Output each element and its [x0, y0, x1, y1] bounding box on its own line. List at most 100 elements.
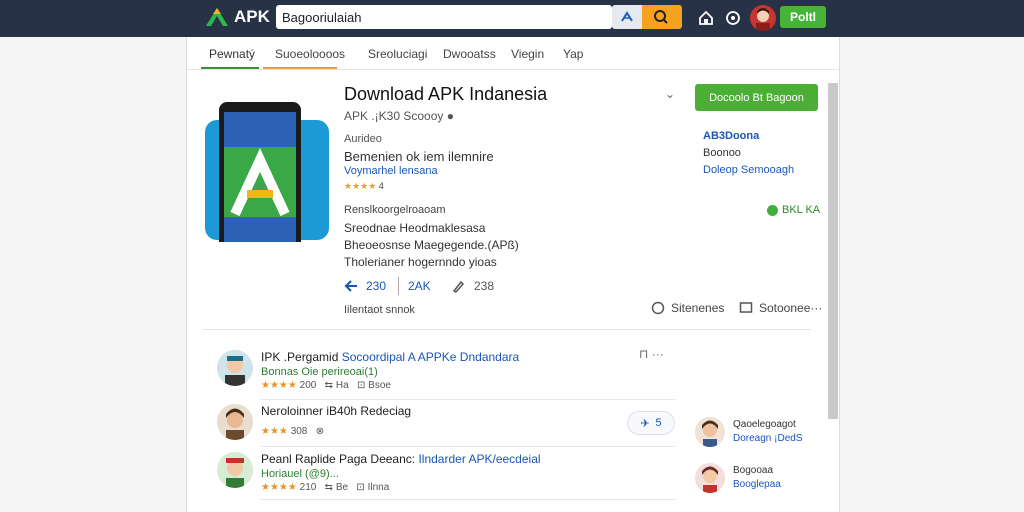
search-icon [654, 10, 668, 24]
sidebar-line-3[interactable]: Doleop Semooagh [703, 164, 794, 176]
reply-label[interactable]: Ha [336, 380, 349, 391]
side-user-card[interactable]: Bogooaa Booglepaa [695, 463, 825, 499]
app-rating: ★★★★ 4 [344, 181, 384, 192]
tab-bar: Pewnatý Suoeoloooos Sreoluciagi Dwooatss… [187, 37, 841, 70]
active-tab-indicator [201, 67, 259, 69]
verified-badge: BKL KA [767, 204, 820, 216]
top-bar-inner: APK Bagooriulaiah Poltl [186, 0, 840, 37]
app-version: APK .¡K30 Scoooy ● [344, 109, 454, 123]
comment-count: 308 [290, 426, 308, 437]
comment-stars: ★★★ [261, 426, 288, 437]
settings-small-icon[interactable]: ⊗ [316, 426, 324, 437]
side-user-avatar [695, 463, 725, 493]
comment-tools[interactable]: ⊓ ··· [639, 347, 664, 361]
avatar-face-icon [756, 8, 770, 31]
pencil-icon [452, 280, 465, 293]
reply-icon[interactable]: ⇆ [325, 380, 333, 391]
secondary-tab-indicator [263, 67, 337, 69]
comment-subtitle: Horiauel (@9)... [261, 468, 339, 480]
text-count: 2AK [408, 279, 431, 293]
comment-meta: ★★★ 308 ⊗ [261, 426, 324, 437]
comment-divider [261, 499, 675, 500]
comment-count: 210 [299, 482, 317, 493]
app-version-text: APK .¡K30 Scoooy [344, 109, 444, 123]
search-button[interactable] [642, 5, 682, 29]
tab-0[interactable]: Pewnatý [209, 47, 255, 61]
section-label: Renslkoorgelroaoam [344, 204, 446, 216]
tab-1[interactable]: Suoeoloooos [275, 47, 345, 61]
tab-2[interactable]: Sreoluciagi [368, 47, 427, 61]
like-count: 5 [655, 417, 662, 429]
edit-action[interactable]: 238 [452, 279, 494, 293]
section-divider [203, 329, 811, 330]
share-action[interactable]: 230 [344, 279, 386, 293]
site-logo[interactable]: APK [204, 6, 270, 28]
comment-stars: ★★★★ [261, 482, 297, 493]
search-input[interactable] [282, 5, 602, 29]
comment-title: Peanl Raplide Paga Deeanc: Ilndarder APK… [261, 452, 541, 466]
window-share-label: Sotoonee··· [759, 301, 823, 315]
tab-3[interactable]: Dwooatss [443, 47, 496, 61]
settings-icon[interactable] [723, 8, 743, 28]
views-icon: ⊡ [356, 482, 365, 493]
avatar-person-icon [217, 350, 253, 386]
views-label: Bsoe [368, 380, 391, 391]
search-box [276, 5, 612, 29]
edit-count: 238 [474, 279, 495, 293]
side-user-link[interactable]: Doreagn ¡DedS [733, 433, 802, 444]
scrollbar-thumb[interactable] [828, 83, 838, 419]
comment-divider [261, 446, 675, 447]
comment-share-button[interactable]: Sitenenes [651, 301, 724, 315]
chevron-down-icon[interactable]: ⌄ [665, 87, 675, 101]
sidebar-line-1[interactable]: AB3Doona [703, 130, 759, 142]
apk-logo-icon [206, 8, 228, 26]
download-button[interactable]: Docoolo Bt Bagoon [695, 84, 818, 111]
side-user-card[interactable]: Qaoelegoagot Doreagn ¡DedS [695, 417, 825, 453]
window-icon [739, 302, 753, 313]
reply-label[interactable]: Be [336, 482, 348, 493]
tab-4[interactable]: Viegin [511, 47, 544, 61]
share-icon [344, 280, 357, 292]
comment-subtitle: Bonnas Oie perireoai(1) [261, 366, 378, 378]
window-share-button[interactable]: Sotoonee··· [739, 301, 822, 315]
logo-text: APK [234, 7, 270, 26]
developer-link[interactable]: Voymarhel lensana [344, 165, 438, 177]
home-icon[interactable] [696, 8, 716, 28]
commenter-avatar[interactable] [217, 452, 253, 488]
comment-title: Neroloinner iB40h Redeciag [261, 404, 412, 418]
main-page: Pewnatý Suoeoloooos Sreoluciagi Dwooatss… [186, 37, 841, 512]
views-label: Ilnna [367, 482, 390, 493]
action-row: 230 2AK 238 [344, 277, 644, 297]
comment-stars: ★★★★ [261, 380, 297, 391]
avatar-person-icon [695, 463, 725, 493]
action-divider [398, 277, 399, 295]
check-icon [767, 204, 778, 216]
search-filter-button[interactable] [612, 5, 642, 29]
tab-5[interactable]: Yap [563, 47, 583, 61]
comment-link[interactable]: Socoordipal A APPKe Dndandara [342, 350, 519, 364]
comment-title: IPK .Pergamid Socoordipal A APPKe Dndand… [261, 350, 519, 364]
header-cta-button[interactable]: Poltl [780, 6, 826, 28]
top-bar: APK Bagooriulaiah Poltl [0, 0, 1024, 37]
reply-icon[interactable]: ⇆ [325, 482, 333, 493]
app-headline: Bemenien ok iem ilemnire [344, 149, 494, 164]
like-chip[interactable]: ✈ 5 [627, 411, 675, 435]
scrollbar[interactable] [827, 73, 839, 512]
comment-item: Neroloinner iB40h Redeciag ★★★ 308 ⊗ [217, 404, 677, 448]
info-icon[interactable]: ● [447, 109, 454, 123]
desc-line-1: Sreodnae Heodmaklesasa [344, 221, 486, 235]
comment-author: IPK .Pergamid [261, 350, 339, 364]
rating-stars: ★★★★ [344, 181, 377, 191]
text-action[interactable]: 2AK [408, 279, 431, 293]
avatar-person-icon [217, 404, 253, 440]
comment-link[interactable]: Ilndarder APK/eecdeial [418, 452, 540, 466]
side-user-name: Bogooaa [733, 465, 774, 476]
author-label: Aurideo [344, 133, 382, 145]
commenter-avatar[interactable] [217, 404, 253, 440]
comment-meta: ★★★★ 200 ⇆ Ha ⊡ Bsoe [261, 380, 391, 391]
app-phone-icon [205, 102, 329, 242]
user-avatar[interactable] [750, 5, 776, 31]
commenter-avatar[interactable] [217, 350, 253, 386]
thumb-icon: ✈ [640, 417, 650, 430]
side-user-link[interactable]: Booglepaa [733, 479, 781, 490]
